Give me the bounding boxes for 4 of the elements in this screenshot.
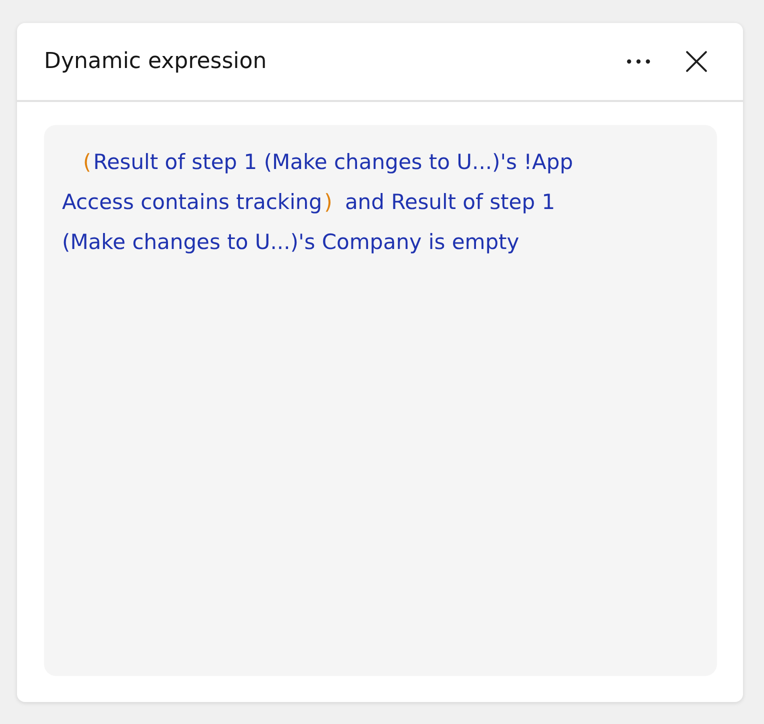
expression-field[interactable]: (Result of step 1 (Make changes to U...)'s !App Access contains tracking) and Result of step 1 (Make changes to U...)'s Company is empty bbox=[44, 125, 717, 676]
close-icon bbox=[686, 51, 706, 72]
dialog-title: Dynamic expression bbox=[44, 49, 267, 74]
more-icon bbox=[626, 59, 650, 64]
